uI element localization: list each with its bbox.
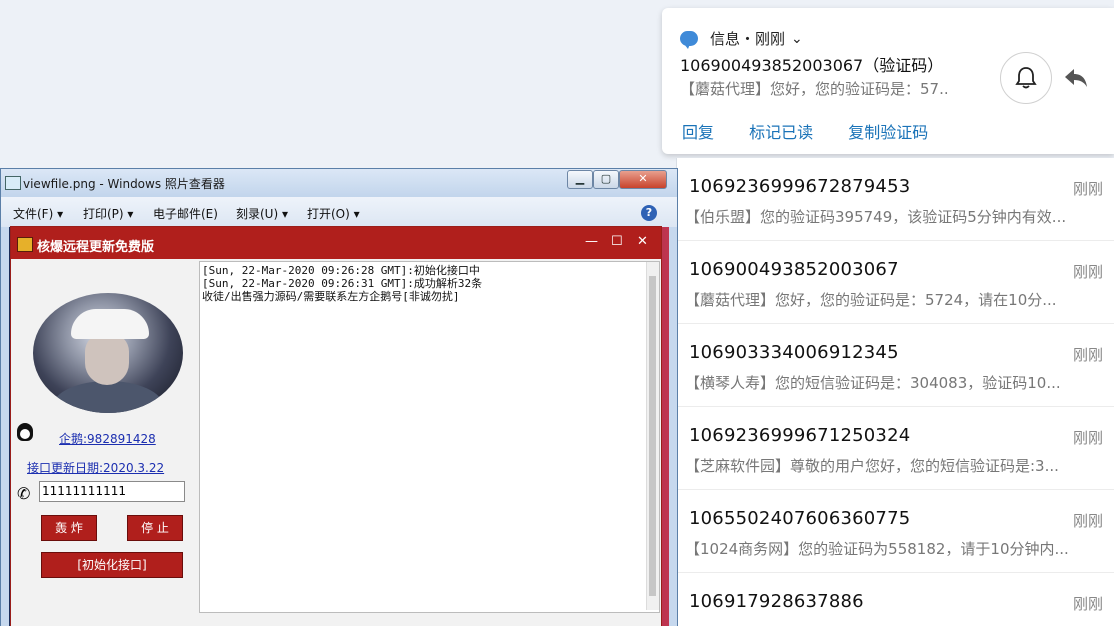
app-close-icon[interactable]: ✕ xyxy=(637,234,648,249)
message-time: 刚刚 xyxy=(1072,346,1103,364)
copy-code-action[interactable]: 复制验证码 xyxy=(848,123,928,142)
notification-actions: 回复 标记已读 复制验证码 xyxy=(682,119,958,143)
log-line: 收徒/出售强力源码/需要联系左方企鹅号[非诚勿扰] xyxy=(202,290,460,303)
list-item[interactable]: 1065502407606360775 刚刚 【1024商务网】您的验证码为55… xyxy=(677,490,1114,573)
message-body: 【横琴人寿】您的短信验证码是：304083，验证码10... xyxy=(685,374,1061,392)
message-list[interactable]: 1069236999672879453 刚刚 【伯乐盟】您的验证码395749，… xyxy=(676,158,1114,626)
message-number: 1065502407606360775 xyxy=(689,508,911,529)
qq-penguin-icon xyxy=(17,423,33,441)
init-interface-button[interactable]: [初始化接口] xyxy=(41,552,183,578)
reply-action[interactable]: 回复 xyxy=(682,123,714,142)
list-item[interactable]: 106903334006912345 刚刚 【横琴人寿】您的短信验证码是：304… xyxy=(677,324,1114,407)
message-bubble-icon xyxy=(680,31,698,49)
log-line: [Sun, 22-Mar-2020 09:26:31 GMT]:成功解析32条 xyxy=(202,277,483,290)
message-time: 刚刚 xyxy=(1072,512,1103,530)
message-body: 【伯乐盟】您的验证码395749，该验证码5分钟内有效... xyxy=(685,208,1067,226)
menu-open[interactable]: 打开(O) ▾ xyxy=(307,205,360,222)
list-item[interactable]: 106900493852003067 刚刚 【蘑菇代理】您好，您的验证码是：57… xyxy=(677,241,1114,324)
app-minimize-icon[interactable]: — xyxy=(585,234,598,249)
message-time: 刚刚 xyxy=(1072,180,1103,198)
minimize-button[interactable]: ▁ xyxy=(567,170,593,189)
update-date-link[interactable]: 接口更新日期:2020.3.22 xyxy=(27,459,164,476)
message-time: 刚刚 xyxy=(1072,263,1103,281)
notification-sender: 106900493852003067（验证码） xyxy=(680,56,944,75)
photo-viewer-icon xyxy=(5,176,21,190)
message-number: 106917928637886 xyxy=(689,591,864,612)
message-number: 106900493852003067 xyxy=(689,259,899,280)
avatar xyxy=(33,293,183,413)
stop-button[interactable]: 停 止 xyxy=(127,515,183,541)
message-time: 刚刚 xyxy=(1072,595,1103,613)
app-maximize-icon[interactable]: ☐ xyxy=(611,234,623,249)
viewer-titlebar[interactable]: viewfile.png - Windows 照片查看器 ▁ ▢ ✕ xyxy=(1,169,677,197)
viewer-menubar: 文件(F) ▾ 打印(P) ▾ 电子邮件(E) 刻录(U) ▾ 打开(O) ▾ … xyxy=(1,197,677,227)
app-title: 核爆远程更新免费版 xyxy=(37,240,155,255)
bell-icon[interactable] xyxy=(1000,52,1052,104)
message-body: 【1024商务网】您的验证码为558182，请于10分钟内... xyxy=(685,540,1069,558)
message-number: 1069236999671250324 xyxy=(689,425,911,446)
phone-number-input[interactable]: 11111111111 xyxy=(39,481,185,502)
sms-notification[interactable]: 信息・刚刚 ⌄ 106900493852003067（验证码） 【蘑菇代理】您好… xyxy=(662,8,1114,154)
menu-email[interactable]: 电子邮件(E) xyxy=(153,205,218,222)
message-number: 106903334006912345 xyxy=(689,342,899,363)
reply-arrow-icon[interactable] xyxy=(1062,64,1090,92)
list-item[interactable]: 1069236999671250324 刚刚 【芝麻软件园】尊敬的用户您好，您的… xyxy=(677,407,1114,490)
chevron-down-icon[interactable]: ⌄ xyxy=(791,31,803,47)
message-number: 1069236999672879453 xyxy=(689,176,911,197)
notification-preview: 【蘑菇代理】您好，您的验证码是：57.. xyxy=(680,80,949,98)
menu-print[interactable]: 打印(P) ▾ xyxy=(83,205,133,222)
message-time: 刚刚 xyxy=(1072,429,1103,447)
app-titlebar: 核爆远程更新免费版 — ☐ ✕ xyxy=(11,227,661,259)
message-body: 【蘑菇代理】您好，您的验证码是：5724，请在10分... xyxy=(685,291,1057,309)
app-logo-icon xyxy=(17,237,33,252)
close-button[interactable]: ✕ xyxy=(619,170,667,189)
log-line: [Sun, 22-Mar-2020 09:26:28 GMT]:初始化接口中 xyxy=(202,264,480,277)
mark-read-action[interactable]: 标记已读 xyxy=(749,123,813,142)
menu-file[interactable]: 文件(F) ▾ xyxy=(13,205,63,222)
log-scrollbar[interactable] xyxy=(646,262,659,610)
log-output[interactable]: [Sun, 22-Mar-2020 09:26:28 GMT]:初始化接口中 [… xyxy=(199,261,660,613)
phone-icon: ✆ xyxy=(17,484,31,503)
menu-burn[interactable]: 刻录(U) ▾ xyxy=(236,205,288,222)
qq-link[interactable]: 企鹅:982891428 xyxy=(59,430,156,447)
maximize-button[interactable]: ▢ xyxy=(593,170,619,189)
viewer-title: viewfile.png - Windows 照片查看器 xyxy=(23,177,225,191)
bomber-app-window: 核爆远程更新免费版 — ☐ ✕ 企鹅:982891428 接口更新日期:2020… xyxy=(10,226,662,626)
notification-header: 信息・刚刚 ⌄ xyxy=(680,28,803,49)
notification-app-label: 信息・刚刚 xyxy=(710,30,786,48)
list-item[interactable]: 106917928637886 刚刚 xyxy=(677,573,1114,626)
bomb-button[interactable]: 轰 炸 xyxy=(41,515,97,541)
help-icon[interactable]: ? xyxy=(641,205,657,221)
list-item[interactable]: 1069236999672879453 刚刚 【伯乐盟】您的验证码395749，… xyxy=(677,158,1114,241)
message-body: 【芝麻软件园】尊敬的用户您好，您的短信验证码是:3... xyxy=(685,457,1059,475)
